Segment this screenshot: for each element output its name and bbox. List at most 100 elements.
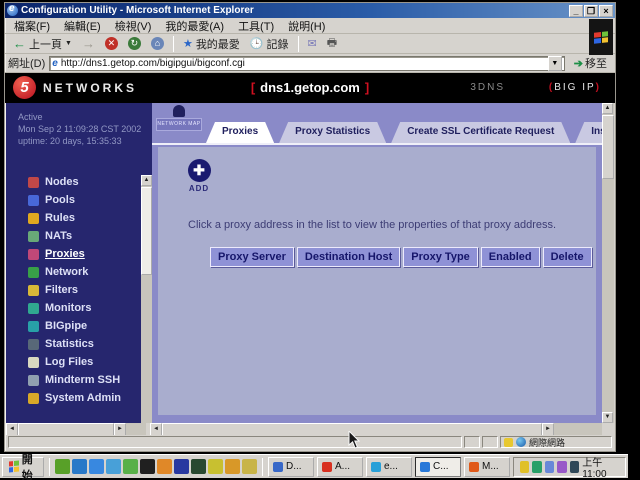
stop-icon: ✕ — [105, 37, 118, 50]
add-proxy-button[interactable]: ✚ ADD — [176, 159, 222, 193]
sidebar-item-network[interactable]: Network — [6, 263, 152, 281]
column-header-enabled[interactable]: Enabled — [481, 247, 540, 267]
menu-view[interactable]: 檢視(V) — [108, 17, 159, 35]
maximize-button[interactable]: ❐ — [584, 5, 598, 17]
sidebar-item-nats[interactable]: NATs — [6, 227, 152, 245]
tab-create-ssl-certificate-request[interactable]: Create SSL Certificate Request — [391, 122, 570, 143]
tray-icon[interactable] — [545, 461, 554, 473]
scroll-down-icon[interactable]: ▼ — [602, 412, 613, 423]
ie-icon — [7, 5, 18, 16]
column-header-destination-host[interactable]: Destination Host — [297, 247, 400, 267]
taskbar: 開始 D... A... e... C... M... 上午 11:00 — [0, 454, 628, 478]
refresh-button[interactable]: ↻ — [124, 35, 145, 53]
sidebar-item-statistics[interactable]: Statistics — [6, 335, 152, 353]
app-icon[interactable] — [123, 459, 138, 474]
product-bigip-link[interactable]: BIG IP — [549, 82, 601, 93]
scrollbar-thumb[interactable] — [141, 187, 152, 275]
tray-icon[interactable] — [532, 461, 541, 473]
tray-icon[interactable] — [557, 461, 566, 473]
app-icon[interactable] — [72, 459, 87, 474]
scrollbar-thumb[interactable] — [602, 115, 614, 179]
app-icon[interactable] — [140, 459, 155, 474]
back-button[interactable]: ← 上一頁 ▼ — [9, 35, 76, 53]
app-icon[interactable] — [55, 459, 70, 474]
print-button[interactable]: 🖶 — [323, 35, 341, 53]
start-button[interactable]: 開始 — [2, 457, 44, 477]
product-3dns-link[interactable]: 3DNS — [470, 82, 505, 93]
task-button-2[interactable]: A... — [317, 457, 363, 477]
sidebar-item-system-admin[interactable]: System Admin — [6, 389, 152, 407]
home-icon: ⌂ — [151, 37, 164, 50]
mail-button[interactable]: ✉ — [304, 35, 321, 53]
tab-install-ssl-certificate[interactable]: Install SSL Certifi — [575, 122, 602, 143]
sidebar-item-pools[interactable]: Pools — [6, 191, 152, 209]
page-icon: e — [52, 58, 58, 69]
sidebar-item-mindterm-ssh[interactable]: Mindterm SSH — [6, 371, 152, 389]
task-button-4-active[interactable]: C... — [415, 457, 461, 477]
go-button[interactable]: ➔ 移至 — [569, 55, 612, 71]
favorites-button[interactable]: ★ 我的最愛 — [179, 35, 244, 53]
app-icon[interactable] — [106, 459, 121, 474]
address-dropdown-icon[interactable]: ▼ — [548, 56, 562, 71]
app-icon[interactable] — [225, 459, 240, 474]
app-icon[interactable] — [242, 459, 257, 474]
task-button-1[interactable]: D... — [268, 457, 314, 477]
app-icon[interactable] — [157, 459, 172, 474]
close-button[interactable]: × — [599, 5, 613, 17]
scroll-up-icon[interactable]: ▲ — [602, 103, 613, 114]
status-pane — [464, 436, 480, 448]
home-button[interactable]: ⌂ — [147, 35, 168, 53]
tab-proxy-statistics[interactable]: Proxy Statistics — [279, 122, 386, 143]
status-uptime: uptime: 20 days, 15:35:33 — [18, 135, 152, 147]
add-icon: ✚ — [188, 159, 211, 182]
main-frame: NETWORK MAP Proxies Proxy Statistics Cre… — [152, 103, 602, 423]
window-icon — [371, 462, 381, 472]
task-button-3[interactable]: e... — [366, 457, 412, 477]
stop-button[interactable]: ✕ — [101, 35, 122, 53]
menu-file[interactable]: 檔案(F) — [7, 17, 57, 35]
toolbar-separator — [298, 36, 299, 52]
menu-tools[interactable]: 工具(T) — [231, 17, 281, 35]
app-icon[interactable] — [191, 459, 206, 474]
minimize-button[interactable]: _ — [569, 5, 583, 17]
sidebar-item-nodes[interactable]: Nodes — [6, 173, 152, 191]
app-icon[interactable] — [89, 459, 104, 474]
menu-edit[interactable]: 編輯(E) — [57, 17, 108, 35]
back-dropdown-icon[interactable]: ▼ — [65, 40, 72, 47]
clock[interactable]: 上午 11:00 — [582, 454, 619, 480]
app-icon[interactable] — [174, 459, 189, 474]
ie-throbber — [589, 19, 613, 55]
column-header-proxy-type[interactable]: Proxy Type — [403, 247, 478, 267]
toolbar: ← 上一頁 ▼ → ✕ ↻ ⌂ ★ 我的最愛 🕒 記錄 ✉ 🖶 — [5, 34, 615, 54]
network-map-button[interactable]: NETWORK MAP — [156, 105, 202, 139]
instruction-text: Click a proxy address in the list to vie… — [188, 219, 556, 231]
sidebar-item-proxies[interactable]: Proxies — [6, 245, 152, 263]
task-button-5[interactable]: M... — [464, 457, 510, 477]
app-icon[interactable] — [208, 459, 223, 474]
tab-proxies[interactable]: Proxies — [206, 122, 274, 143]
sidebar-vertical-scrollbar[interactable]: ▲ — [141, 175, 152, 423]
zone-shield-icon — [504, 438, 513, 447]
sidebar-item-monitors[interactable]: Monitors — [6, 299, 152, 317]
address-input[interactable] — [61, 58, 545, 69]
scroll-up-icon[interactable]: ▲ — [141, 175, 152, 186]
sidebar-item-bigpipe[interactable]: BIGpipe — [6, 317, 152, 335]
menu-favorites[interactable]: 我的最愛(A) — [158, 17, 231, 35]
column-header-delete[interactable]: Delete — [543, 247, 592, 267]
print-icon: 🖶 — [327, 34, 337, 53]
vertical-scrollbar[interactable]: ▲ ▼ — [602, 103, 614, 423]
bigpipe-icon — [28, 321, 39, 332]
sidebar-item-log-files[interactable]: Log Files — [6, 353, 152, 371]
sidebar-item-filters[interactable]: Filters — [6, 281, 152, 299]
rules-icon — [28, 213, 39, 224]
menu-help[interactable]: 說明(H) — [281, 17, 332, 35]
history-button[interactable]: 🕒 記錄 — [246, 35, 293, 53]
network-map-icon — [173, 105, 185, 117]
forward-icon: → — [82, 36, 95, 51]
column-header-proxy-server[interactable]: Proxy Server — [210, 247, 294, 267]
forward-button[interactable]: → — [78, 35, 99, 53]
task-buttons: D... A... e... C... M... — [268, 457, 510, 477]
sidebar-item-rules[interactable]: Rules — [6, 209, 152, 227]
tray-icon[interactable] — [520, 461, 529, 473]
tray-icon[interactable] — [570, 461, 579, 473]
